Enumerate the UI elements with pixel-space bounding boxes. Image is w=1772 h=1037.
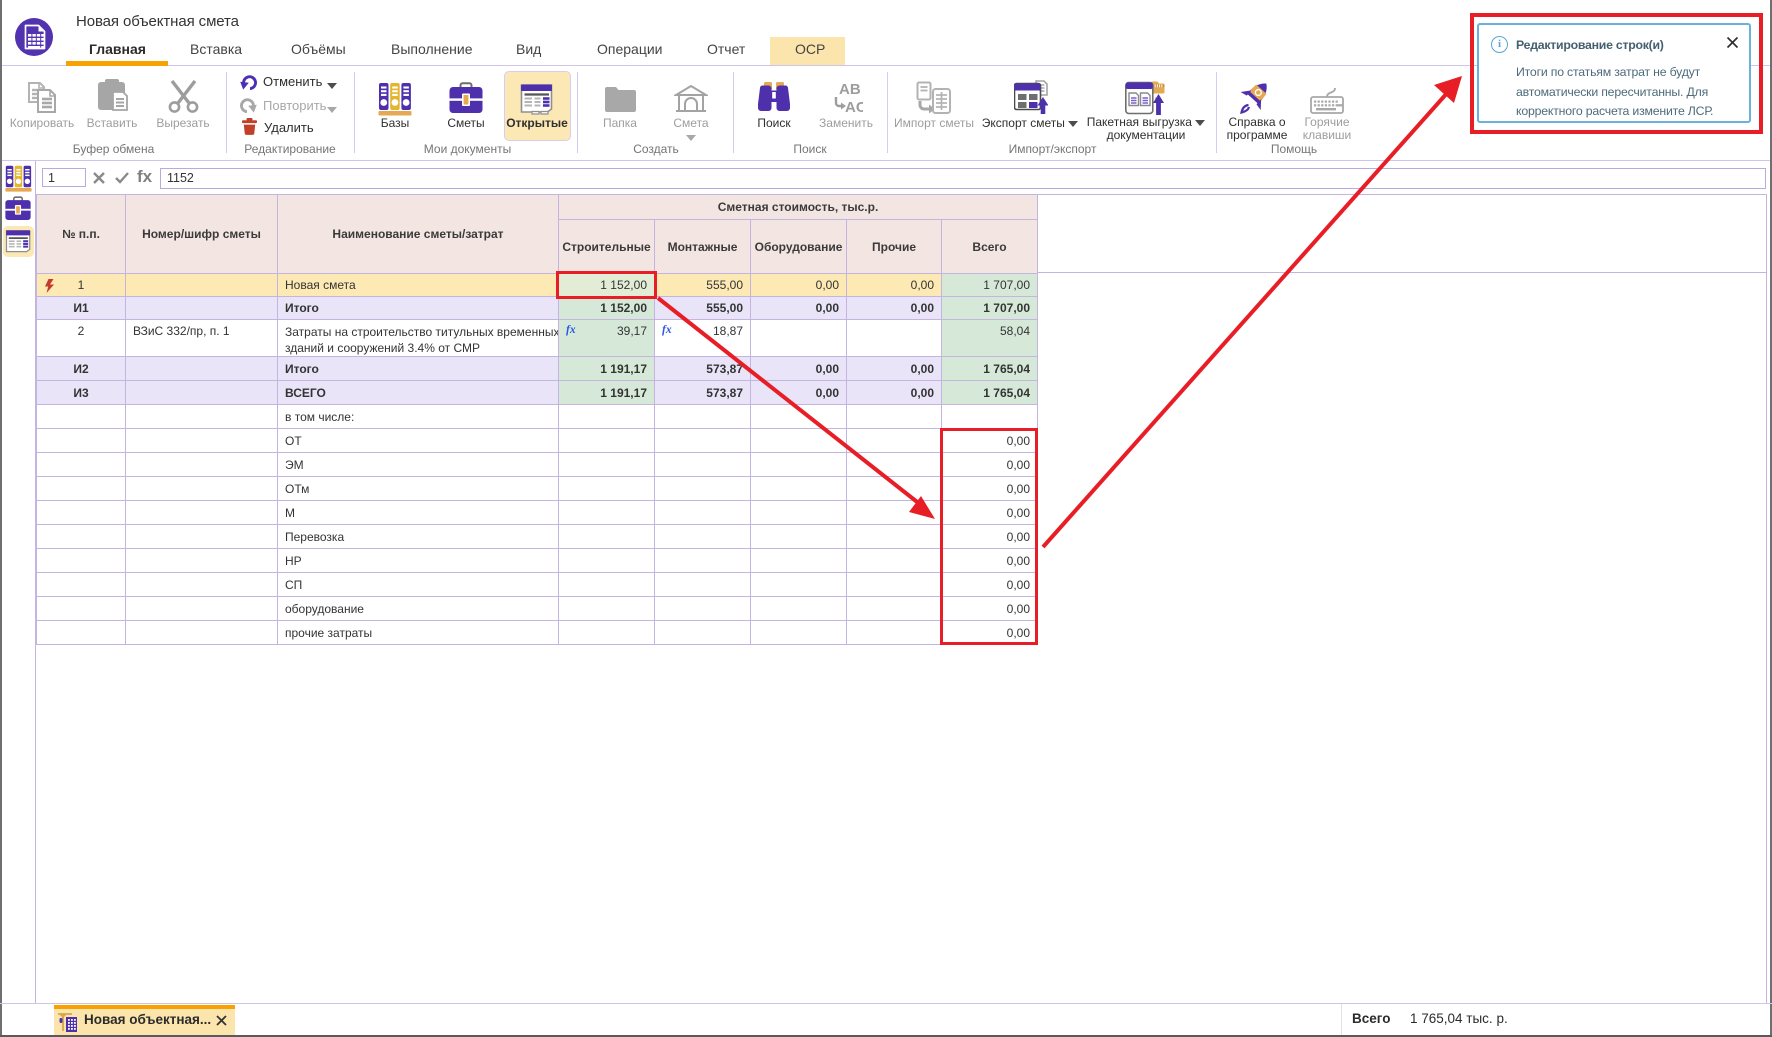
svg-text:AB: AB bbox=[839, 81, 861, 98]
svg-text:AC: AC bbox=[845, 99, 863, 114]
